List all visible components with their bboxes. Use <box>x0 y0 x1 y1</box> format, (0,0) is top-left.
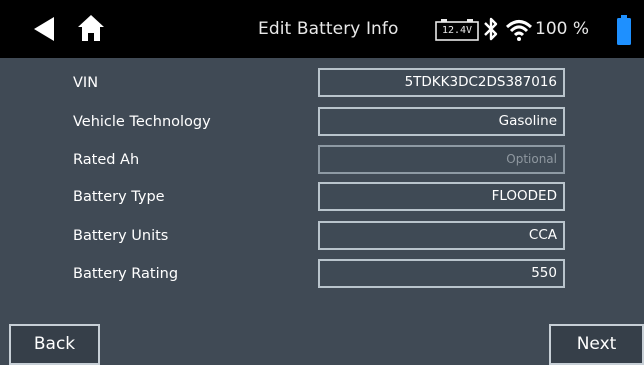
form-row-vin: VIN 5TDKK3DC2DS387016 <box>0 68 644 98</box>
back-button[interactable]: Back <box>9 324 100 365</box>
battery-voltage-icon: 12.4V <box>435 19 479 41</box>
back-icon[interactable] <box>34 17 56 41</box>
battery-type-label: Battery Type <box>73 189 165 205</box>
battery-units-label: Battery Units <box>73 228 169 244</box>
form-row-rated-ah: Rated Ah Optional <box>0 145 644 175</box>
battery-type-field[interactable]: FLOODED <box>318 182 565 211</box>
form-row-battery-type: Battery Type FLOODED <box>0 182 644 212</box>
form-row-battery-rating: Battery Rating 550 <box>0 259 644 289</box>
battery-level-icon <box>617 15 631 45</box>
battery-rating-label: Battery Rating <box>73 266 179 282</box>
battery-percent: 100 % <box>535 19 590 39</box>
form-row-vehicle-technology: Vehicle Technology Gasoline <box>0 107 644 137</box>
bluetooth-icon <box>484 17 498 41</box>
top-bar: Edit Battery Info 12.4V 100 % <box>0 0 644 58</box>
vin-field[interactable]: 5TDKK3DC2DS387016 <box>318 68 565 97</box>
battery-rating-field[interactable]: 550 <box>318 259 565 288</box>
voltage-label: 12.4V <box>441 25 473 36</box>
rated-ah-label: Rated Ah <box>73 152 140 168</box>
vehicle-technology-label: Vehicle Technology <box>73 114 211 130</box>
wifi-icon <box>505 20 533 41</box>
battery-units-field[interactable]: CCA <box>318 221 565 250</box>
vin-label: VIN <box>73 75 99 91</box>
page-title: Edit Battery Info <box>258 19 399 39</box>
home-icon[interactable] <box>77 14 105 42</box>
next-button[interactable]: Next <box>549 324 644 365</box>
form-row-battery-units: Battery Units CCA <box>0 221 644 251</box>
rated-ah-field[interactable]: Optional <box>318 145 565 174</box>
vehicle-technology-field[interactable]: Gasoline <box>318 107 565 136</box>
